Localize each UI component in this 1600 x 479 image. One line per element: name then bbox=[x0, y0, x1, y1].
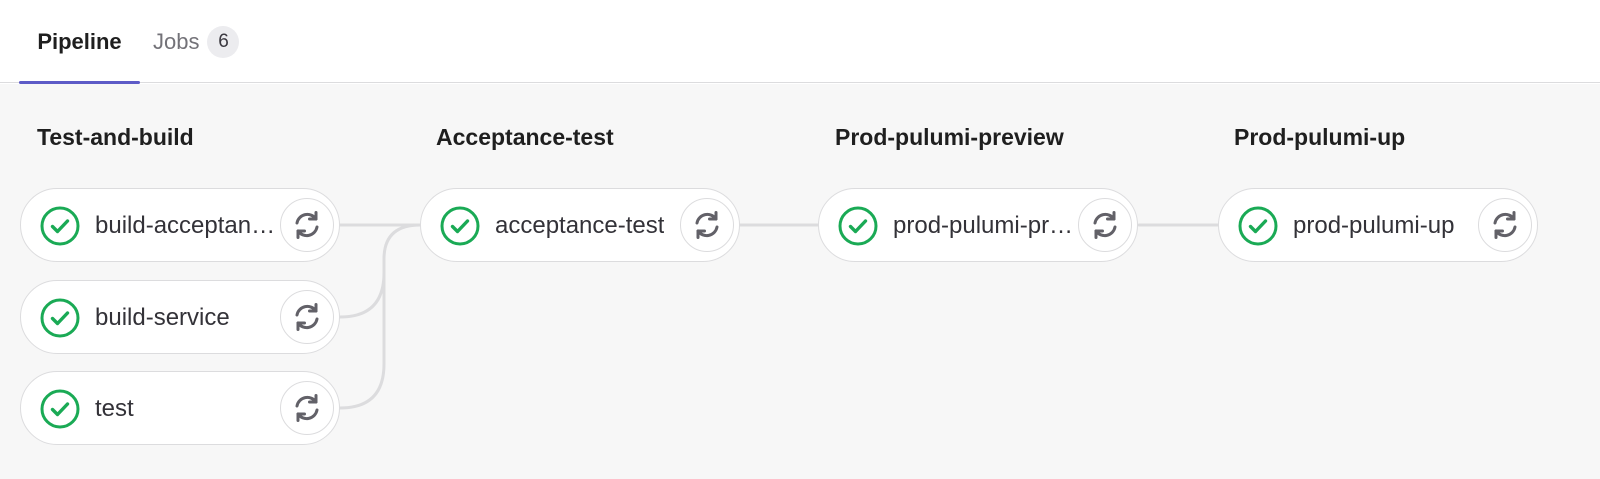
retry-icon bbox=[295, 211, 319, 239]
retry-icon bbox=[1493, 211, 1517, 239]
tab-jobs-label: Jobs bbox=[153, 28, 200, 54]
retry-button[interactable] bbox=[280, 290, 334, 344]
retry-icon bbox=[295, 394, 319, 422]
retry-icon bbox=[695, 211, 719, 239]
retry-button[interactable] bbox=[1478, 198, 1532, 252]
stage-title-acceptance-test: Acceptance-test bbox=[436, 124, 614, 150]
stage-title-test-and-build: Test-and-build bbox=[37, 124, 194, 150]
job-name: prod-pulumi-up bbox=[1293, 212, 1455, 239]
check-circle-icon bbox=[1238, 206, 1278, 246]
check-circle-icon bbox=[440, 206, 480, 246]
job-build-acceptance[interactable]: build-acceptan… bbox=[20, 188, 340, 262]
job-test[interactable]: test bbox=[20, 371, 340, 445]
tab-pipeline-label: Pipeline bbox=[37, 28, 122, 54]
jobs-count-badge: 6 bbox=[207, 25, 240, 58]
pipeline-tabs: Pipeline Jobs 6 bbox=[0, 0, 1600, 84]
connector-build-service-to-acceptance-test bbox=[338, 223, 422, 319]
job-name: prod-pulumi-pr… bbox=[893, 212, 1074, 239]
job-build-service[interactable]: build-service bbox=[20, 280, 340, 354]
job-name: build-acceptan… bbox=[95, 212, 276, 239]
job-acceptance-test[interactable]: acceptance-test bbox=[420, 188, 740, 262]
check-circle-icon bbox=[40, 389, 80, 429]
job-name: test bbox=[95, 395, 134, 422]
retry-icon bbox=[1093, 211, 1117, 239]
pipeline-graph: Test-and-build Acceptance-test Prod-pulu… bbox=[0, 84, 1600, 479]
retry-button[interactable] bbox=[280, 381, 334, 435]
tab-pipeline[interactable]: Pipeline bbox=[19, 0, 140, 84]
check-circle-icon bbox=[40, 298, 80, 338]
check-circle-icon bbox=[838, 206, 878, 246]
job-name: acceptance-test bbox=[495, 212, 665, 239]
tab-jobs[interactable]: Jobs 6 bbox=[153, 0, 240, 83]
stage-title-prod-pulumi-preview: Prod-pulumi-preview bbox=[835, 124, 1064, 150]
check-circle-icon bbox=[40, 206, 80, 246]
retry-icon bbox=[295, 303, 319, 331]
retry-button[interactable] bbox=[280, 198, 334, 252]
job-prod-pulumi-up[interactable]: prod-pulumi-up bbox=[1218, 188, 1538, 262]
retry-button[interactable] bbox=[1078, 198, 1132, 252]
connector-test-to-acceptance-test bbox=[338, 257, 386, 410]
job-prod-pulumi-preview[interactable]: prod-pulumi-pr… bbox=[818, 188, 1138, 262]
retry-button[interactable] bbox=[680, 198, 734, 252]
stage-title-prod-pulumi-up: Prod-pulumi-up bbox=[1234, 124, 1406, 150]
job-name: build-service bbox=[95, 304, 230, 331]
